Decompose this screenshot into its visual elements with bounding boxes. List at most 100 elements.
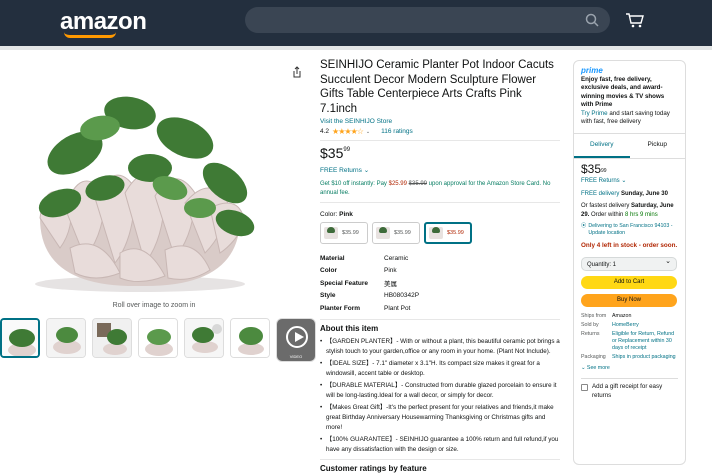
seller-link[interactable]: HomeBerry	[612, 322, 639, 329]
color-label-key: Color:	[320, 211, 338, 218]
delivery-pre: FREE delivery	[581, 190, 620, 197]
prime-promo-text: Enjoy fast, free delivery, exclusive dea…	[581, 75, 665, 109]
search-input[interactable]	[245, 7, 610, 33]
thumbnail-2[interactable]	[46, 318, 86, 358]
rating-row: 4.2 ★★★★☆ ⌄ 116 ratings	[320, 127, 560, 136]
search-icon[interactable]	[584, 12, 600, 28]
divider	[320, 458, 560, 460]
ship-row: Packaging Ships in product packaging	[581, 354, 678, 361]
spec-value: Ceramic	[384, 254, 409, 262]
thumbnail-4[interactable]	[138, 318, 178, 358]
thumbnail-strip: VIDEO	[0, 318, 316, 362]
cart-icon[interactable]	[625, 12, 645, 28]
swatch-option-1[interactable]: $35.99	[320, 222, 368, 244]
swatch-image	[429, 227, 443, 239]
tab-delivery[interactable]: Delivery	[574, 134, 630, 158]
quantity-select[interactable]: Quantity: 1	[581, 256, 677, 271]
promo-new-price: $25.99	[388, 181, 407, 187]
swatch-price: $35.99	[342, 230, 359, 236]
nav-divider	[0, 46, 712, 50]
tab-pickup[interactable]: Pickup	[630, 134, 686, 158]
prime-promo-card: prime Enjoy fast, free delivery, exclusi…	[574, 61, 685, 134]
spec-row: Color Pink	[320, 265, 560, 278]
spec-key: Planter Form	[320, 304, 361, 312]
fastest-order: Order within	[591, 211, 624, 218]
packaging-link[interactable]: Ships in product packaging	[612, 354, 676, 361]
fastest-delivery-info: Or fastest delivery Saturday, June 29. O…	[581, 202, 678, 219]
spec-key: Style	[320, 292, 336, 300]
free-returns-link[interactable]: FREE Returns ⌄	[320, 166, 560, 174]
star-rating-icon[interactable]: ★★★★☆	[332, 127, 364, 136]
store-card-promo: Get $10 off instantly: Pay $25.99 $35.99…	[320, 180, 560, 198]
divider	[320, 140, 560, 141]
video-label: VIDEO	[289, 354, 303, 359]
ratings-count-link[interactable]: 116 ratings	[381, 128, 413, 135]
swatch-price: $35.99	[394, 230, 411, 236]
spec-value: HB080342P	[384, 292, 420, 300]
thumbnail-3[interactable]	[92, 318, 132, 358]
ship-row: Ships from Amazon	[581, 313, 678, 320]
gift-checkbox[interactable]	[581, 384, 588, 391]
ship-row: Sold by HomeBerry	[581, 322, 678, 329]
try-prime-link[interactable]: Try Prime	[581, 110, 608, 117]
about-heading: About this item	[320, 323, 379, 333]
top-nav-bar: amazon	[0, 0, 712, 46]
amazon-logo-smile	[64, 32, 116, 38]
location-link[interactable]: ⦿ Delivering to San Francisco 94103 - Upd…	[581, 223, 678, 237]
fastest-time: 8 hrs 9 mins	[625, 211, 658, 218]
ship-key: Sold by	[581, 321, 599, 328]
swatch-option-3-selected[interactable]: $35.99	[424, 222, 472, 244]
share-icon[interactable]	[292, 66, 302, 78]
product-details: SEINHIJO Ceramic Planter Pot Indoor Cacu…	[320, 58, 560, 473]
returns-link[interactable]: Eligible for Return, Refund or Replaceme…	[612, 331, 678, 352]
buy-now-button[interactable]: Buy Now	[581, 293, 677, 307]
price-whole: $35	[320, 145, 344, 161]
feature-bullet: 【IDEAL SIZE】- 7.1" diameter x 3.1"H. Its…	[320, 359, 560, 379]
buybox-free-returns[interactable]: FREE Returns ⌄	[581, 177, 678, 186]
feature-bullet: 【DURABLE MATERIAL】- Constructed from dur…	[320, 381, 560, 401]
spec-row: Style HB080342P	[320, 290, 560, 303]
ship-key: Packaging	[581, 353, 606, 360]
swatch-image	[324, 227, 338, 239]
spec-row: Planter Form Plant Pot	[320, 302, 560, 315]
thumbnail-6[interactable]	[230, 318, 270, 358]
buybox-price-whole: $35	[581, 161, 602, 176]
spec-row: Material Ceramic	[320, 252, 560, 265]
color-label: Color: Pink	[320, 211, 560, 218]
thumbnail-1[interactable]	[0, 318, 40, 358]
feature-bullet: 【GARDEN PLANTER】- With or without a plan…	[320, 337, 560, 357]
ship-row: Returns Eligible for Return, Refund or Re…	[581, 331, 678, 352]
promo-old-price: $35.99	[408, 181, 427, 187]
gift-receipt-option[interactable]: Add a gift receipt for easy returns	[581, 378, 678, 400]
shipping-details: Ships from Amazon Sold by HomeBerry Return…	[581, 313, 678, 361]
gift-label: Add a gift receipt for easy returns	[592, 383, 663, 399]
fulfillment-tabs: Delivery Pickup	[574, 134, 685, 159]
swatch-option-2[interactable]: $35.99	[372, 222, 420, 244]
see-more-link[interactable]: ⌄ See more	[581, 364, 678, 373]
location-text: Delivering to San Francisco 94103 - Upda…	[588, 223, 673, 236]
buy-box-body: $3599 FREE Returns ⌄ FREE delivery Sunda…	[574, 159, 685, 407]
zoom-hint: Roll over image to zoom in	[112, 302, 196, 309]
rating-value: 4.2	[320, 128, 330, 135]
spec-key: Material	[320, 254, 345, 262]
play-icon	[286, 326, 308, 348]
feature-bullet: 【Makes Great Gift】-It's the perfect pres…	[320, 403, 560, 433]
feature-bullets: 【GARDEN PLANTER】- With or without a plan…	[320, 337, 560, 455]
ship-key: Ships from	[581, 312, 607, 319]
add-to-cart-button[interactable]: Add to Cart	[581, 275, 677, 289]
spec-row: Special Feature 美属	[320, 277, 560, 290]
fastest-pre: Or fastest delivery	[581, 203, 630, 209]
color-value: Pink	[339, 211, 353, 218]
feature-bullet: 【100% GUARANTEE】- SEINHIJO guarantee a 1…	[320, 435, 560, 455]
product-title: SEINHIJO Ceramic Planter Pot Indoor Cacu…	[320, 59, 554, 115]
ship-key: Returns	[581, 330, 600, 337]
product-main-image[interactable]	[0, 58, 288, 298]
color-swatches: $35.99 $35.99 $35.99	[320, 222, 560, 244]
video-thumbnail[interactable]: VIDEO	[276, 318, 316, 362]
ship-value: Amazon	[612, 312, 632, 319]
swatch-image	[376, 227, 390, 239]
chevron-down-icon[interactable]: ⌄	[366, 129, 370, 135]
location-pin-icon: ⦿	[581, 223, 587, 229]
thumbnail-5[interactable]	[184, 318, 224, 358]
store-link[interactable]: Visit the SEINHIJO Store	[320, 118, 560, 125]
